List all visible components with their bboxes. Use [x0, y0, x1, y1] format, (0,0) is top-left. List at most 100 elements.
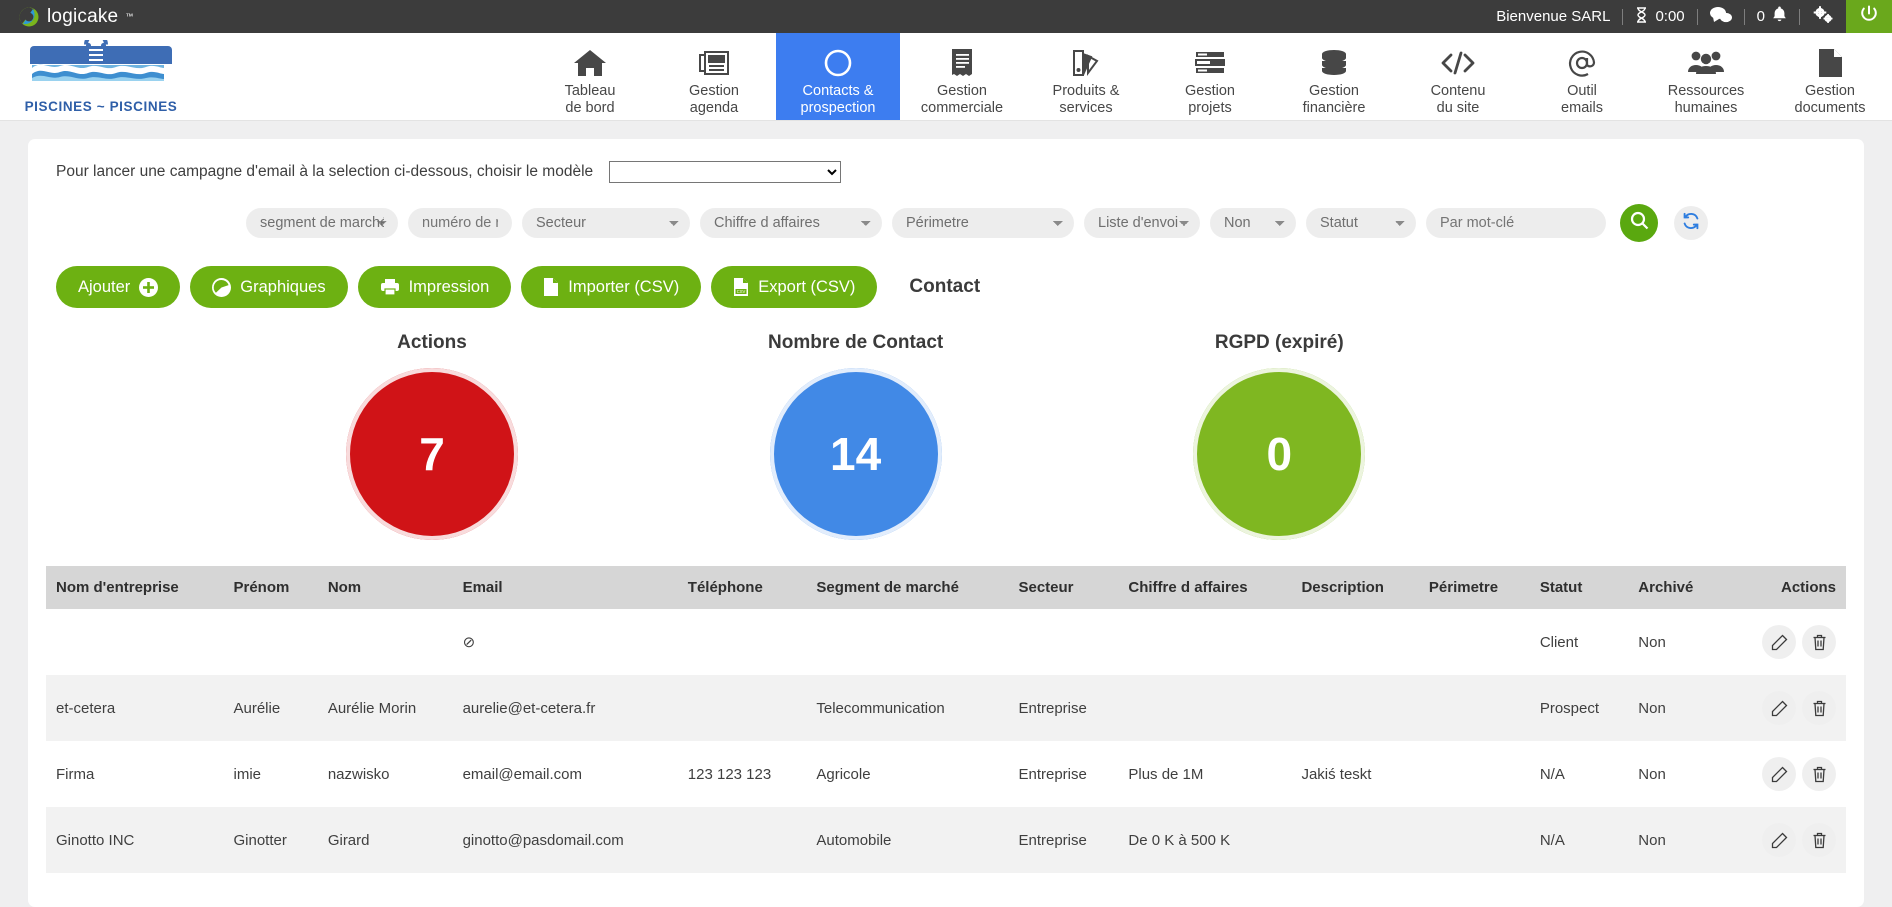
edit-icon[interactable] [1762, 691, 1796, 725]
nav-item-produits-services[interactable]: Produits & services [1024, 33, 1148, 120]
app-brand[interactable]: logicake ™ [18, 6, 133, 28]
timer-value: 0:00 [1655, 8, 1684, 25]
column-header-prenom[interactable]: Prénom [224, 566, 318, 609]
charts-button[interactable]: Graphiques [190, 266, 347, 308]
campaign-template-select[interactable] [609, 161, 841, 183]
import-csv-button[interactable]: Importer (CSV) [521, 266, 701, 308]
table-row[interactable]: Ginotto INCGinotterGirardginotto@pasdoma… [46, 807, 1846, 873]
table-header-row: Nom d'entreprise Prénom Nom Email Téléph… [46, 566, 1846, 609]
contacts-table-wrap: Nom d'entreprise Prénom Nom Email Téléph… [46, 566, 1846, 873]
column-header-secteur[interactable]: Secteur [1008, 566, 1118, 609]
cell-secteur: Entreprise [1008, 741, 1118, 807]
nav-item-outil-emails[interactable]: Outil emails [1520, 33, 1644, 120]
nav-item-contacts-prospection[interactable]: Contacts & prospection [776, 33, 900, 120]
nav-item-gestion-agenda[interactable]: Gestion agenda [652, 33, 776, 120]
cell-phone [678, 609, 807, 675]
cell-description [1291, 675, 1418, 741]
nav-label-line2: financière [1303, 100, 1366, 116]
nav-item-gestion-commerciale[interactable]: Gestion commerciale [900, 33, 1024, 120]
kpi-nombre-de-contact: Nombre de Contact 14 [768, 332, 943, 540]
cell-secteur [1008, 609, 1118, 675]
nav-item-gestion-projets[interactable]: Gestion projets [1148, 33, 1272, 120]
power-icon [1860, 5, 1878, 28]
svg-text:CSV: CSV [737, 289, 746, 294]
edit-icon[interactable] [1762, 757, 1796, 791]
filter-archive-select[interactable]: Non [1210, 208, 1296, 238]
import-csv-button-label: Importer (CSV) [568, 278, 679, 297]
column-header-segment[interactable]: Segment de marché [806, 566, 1008, 609]
nav-label-line2: services [1059, 100, 1112, 116]
filter-secteur-select[interactable]: Secteur [522, 208, 690, 238]
column-header-perimetre[interactable]: Périmetre [1419, 566, 1530, 609]
table-row[interactable]: ⊘ClientNon [46, 609, 1846, 675]
at-icon [1567, 45, 1597, 81]
section-title: Contact [909, 276, 980, 298]
nav-label-line2: agenda [690, 100, 738, 116]
cell-segment: Telecommunication [806, 675, 1008, 741]
search-button[interactable] [1620, 204, 1658, 242]
column-header-chiffre[interactable]: Chiffre d affaires [1118, 566, 1291, 609]
timer-widget[interactable]: 0:00 [1623, 7, 1696, 27]
trash-icon[interactable] [1802, 823, 1836, 857]
logicake-logo-icon [18, 6, 40, 28]
settings-widget[interactable] [1800, 6, 1846, 28]
column-header-description[interactable]: Description [1291, 566, 1418, 609]
campaign-row: Pour lancer une campagne d'email à la se… [46, 161, 1846, 183]
cell-statut: Client [1530, 609, 1628, 675]
cell-description [1291, 807, 1418, 873]
cell-email: email@email.com [453, 741, 678, 807]
notifications-widget[interactable]: 0 [1745, 6, 1799, 27]
export-csv-button[interactable]: CSV Export (CSV) [711, 266, 877, 308]
column-header-telephone[interactable]: Téléphone [678, 566, 807, 609]
welcome-text: Bienvenue SARL [1484, 8, 1622, 25]
logout-button[interactable] [1846, 0, 1892, 33]
filter-bar: segment de marché Secteur Chiffre d affa… [46, 204, 1846, 242]
edit-icon[interactable] [1762, 625, 1796, 659]
column-header-statut[interactable]: Statut [1530, 566, 1628, 609]
nav-item-contenu-du-site[interactable]: Contenu du site [1396, 33, 1520, 120]
filter-chiffre-select[interactable]: Chiffre d affaires [700, 208, 882, 238]
table-row[interactable]: Firmaimienazwiskoemail@email.com123 123 … [46, 741, 1846, 807]
kpi-title: Actions [397, 332, 467, 354]
kpi-value-circle[interactable]: 7 [346, 368, 518, 540]
filter-liste-envoi-select[interactable]: Liste d'envoi [1084, 208, 1200, 238]
cell-chiffre: De 0 K à 500 K [1118, 807, 1291, 873]
site-logo[interactable]: PISCINES ~ PISCINES [0, 33, 245, 120]
messages-widget[interactable] [1698, 6, 1744, 27]
nav-item-ressources-humaines[interactable]: Ressources humaines [1644, 33, 1768, 120]
filter-perimetre-select[interactable]: Périmetre [892, 208, 1074, 238]
filter-statut-select[interactable]: Statut [1306, 208, 1416, 238]
nav-item-gestion-financiere[interactable]: Gestion financière [1272, 33, 1396, 120]
coins-icon [1319, 45, 1349, 81]
column-header-archive[interactable]: Archivé [1628, 566, 1721, 609]
cell-company [46, 609, 224, 675]
filter-keyword-input[interactable] [1426, 208, 1606, 238]
hourglass-icon [1635, 7, 1648, 27]
add-button-label: Ajouter [78, 278, 130, 297]
campaign-label: Pour lancer une campagne d'email à la se… [56, 163, 593, 181]
trash-icon[interactable] [1802, 757, 1836, 791]
filter-segment-select[interactable]: segment de marché [246, 208, 398, 238]
column-header-nom[interactable]: Nom [318, 566, 453, 609]
refresh-button[interactable] [1674, 206, 1708, 240]
nav-item-gestion-documents[interactable]: Gestion documents [1768, 33, 1892, 120]
cell-perimetre [1419, 675, 1530, 741]
trash-icon[interactable] [1802, 691, 1836, 725]
main-navigation: PISCINES ~ PISCINES Tableau de bord [0, 33, 1892, 121]
print-button[interactable]: Impression [358, 266, 512, 308]
content-card: Pour lancer une campagne d'email à la se… [28, 139, 1864, 907]
add-button[interactable]: Ajouter [56, 266, 180, 308]
column-header-email[interactable]: Email [453, 566, 678, 609]
nav-label-line1: Gestion [1309, 83, 1359, 99]
cell-actions [1722, 741, 1846, 807]
kpi-value-circle[interactable]: 14 [770, 368, 942, 540]
filter-ref-input[interactable] [408, 208, 512, 238]
trash-icon[interactable] [1802, 625, 1836, 659]
nav-label-line2: emails [1561, 100, 1603, 116]
edit-icon[interactable] [1762, 823, 1796, 857]
top-bar-right: Bienvenue SARL 0:00 0 [1484, 0, 1892, 33]
column-header-nom-entreprise[interactable]: Nom d'entreprise [46, 566, 224, 609]
nav-item-tableau-de-bord[interactable]: Tableau de bord [528, 33, 652, 120]
kpi-value-circle[interactable]: 0 [1193, 368, 1365, 540]
table-row[interactable]: et-ceteraAurélieAurélie Morinaurelie@et-… [46, 675, 1846, 741]
